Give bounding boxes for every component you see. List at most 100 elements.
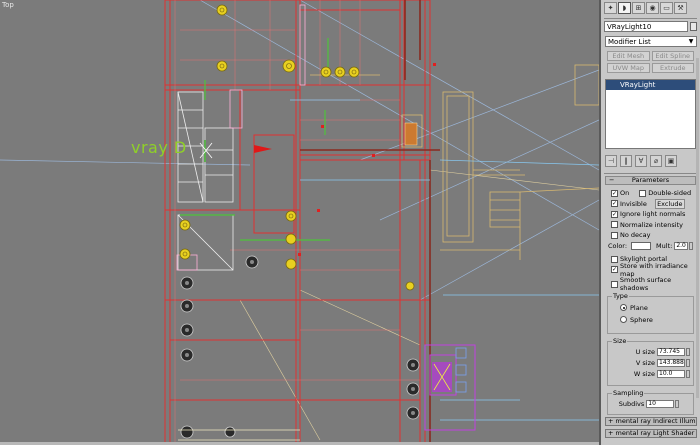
subdivs-spinner[interactable] <box>675 400 680 408</box>
u-size-row: U size 73.745 <box>608 347 693 358</box>
extrude-button[interactable]: Extrude <box>651 63 694 73</box>
indirect-illumination-rollout[interactable]: + mental ray Indirect Illumination <box>605 417 697 426</box>
type-group: Type Plane Sphere <box>607 291 694 334</box>
mult-spinner[interactable] <box>689 241 694 250</box>
color-label: Color: <box>608 241 628 250</box>
hierarchy-tab-icon[interactable]: ⊞ <box>632 2 645 14</box>
mult-field[interactable]: 2.0 <box>674 241 689 250</box>
w-size-field[interactable]: 10.0 <box>657 370 685 378</box>
w-size-spinner[interactable] <box>686 370 690 378</box>
plus-icon: + <box>608 429 614 437</box>
light-shader-label: mental ray Light Shader <box>615 429 695 437</box>
v-size-field[interactable]: 143.888 <box>657 359 685 367</box>
store-irr-checkbox[interactable]: ✓ <box>611 266 618 274</box>
normalize-checkbox[interactable] <box>611 221 618 229</box>
skylight-checkbox[interactable] <box>611 255 618 263</box>
no-decay-row: No decay <box>611 230 700 241</box>
no-decay-checkbox[interactable] <box>611 231 618 239</box>
modifier-buttons: Edit Mesh Edit Spline UVW Map Extrude <box>607 51 694 73</box>
invisible-label: Invisible <box>620 199 647 208</box>
invisible-row: ✓ Invisible Exclude <box>611 198 700 210</box>
divider <box>604 18 697 19</box>
chevron-down-icon: ▼ <box>688 38 694 45</box>
sphere-label: Sphere <box>630 315 653 324</box>
sphere-radio[interactable] <box>620 316 627 323</box>
remove-modifier-icon[interactable]: ⌀ <box>650 155 662 167</box>
sampling-group-title: Sampling <box>612 388 645 397</box>
ignore-normals-row: ✓ Ignore light normals <box>611 209 700 220</box>
command-panel: ✦ ◗ ⊞ ◉ ▭ ⚒ Modifier List ▼ Edit Mesh Ed… <box>599 0 700 445</box>
make-unique-icon[interactable]: ∀ <box>635 155 647 167</box>
smooth-shadows-row: Smooth surface shadows <box>611 276 700 293</box>
object-name-field[interactable] <box>604 21 688 32</box>
normalize-label: Normalize intensity <box>620 220 683 229</box>
configure-sets-icon[interactable]: ▣ <box>665 155 677 167</box>
u-size-field[interactable]: 73.745 <box>657 348 685 356</box>
double-sided-label: Double-sided <box>648 189 692 198</box>
subdivs-field[interactable]: 10 <box>646 400 675 408</box>
u-size-spinner[interactable] <box>686 348 690 356</box>
parameters-rollout-header[interactable]: − Parameters <box>605 176 696 185</box>
w-size-label: W size <box>633 370 655 378</box>
v-size-row: V size 143.888 <box>608 358 693 369</box>
plane-label: Plane <box>630 303 648 312</box>
on-label: On <box>620 189 630 198</box>
store-irr-row: ✓ Store with irradiance map <box>611 262 700 278</box>
on-checkbox[interactable]: ✓ <box>611 189 618 197</box>
size-group-title: Size <box>612 336 628 345</box>
on-row: ✓ On Double-sided <box>611 188 700 199</box>
edit-mesh-button[interactable]: Edit Mesh <box>607 51 650 61</box>
collapse-icon: − <box>609 176 615 184</box>
plus-icon: + <box>608 417 614 425</box>
smooth-shadows-label: Smooth surface shadows <box>619 276 672 293</box>
plane-radio[interactable] <box>620 304 627 311</box>
object-color-swatch[interactable] <box>690 22 697 31</box>
v-size-label: V size <box>635 359 655 367</box>
ignore-normals-checkbox[interactable]: ✓ <box>611 210 618 218</box>
panel-scrollbar[interactable] <box>696 58 699 398</box>
type-group-title: Type <box>612 291 629 300</box>
create-tab-icon[interactable]: ✦ <box>604 2 617 14</box>
parameters-title: Parameters <box>631 176 670 184</box>
show-end-result-icon[interactable]: ‖ <box>620 155 632 167</box>
top-viewport[interactable]: Top vray D <box>0 0 599 445</box>
modifier-stack[interactable]: VRayLight <box>605 79 696 149</box>
divider <box>604 173 697 174</box>
v-size-spinner[interactable] <box>686 359 690 367</box>
pin-stack-icon[interactable]: ⊣ <box>605 155 617 167</box>
floor-plan-drawing <box>0 0 599 445</box>
modifier-list-dropdown[interactable]: Modifier List ▼ <box>605 36 697 47</box>
stack-item-vraylight[interactable]: VRayLight <box>606 80 695 90</box>
normalize-row: Normalize intensity <box>611 220 700 231</box>
ignore-normals-label: Ignore light normals <box>620 210 686 219</box>
light-color-swatch[interactable] <box>631 241 652 250</box>
w-size-row: W size 10.0 <box>608 369 693 380</box>
light-direction-arrow <box>254 145 272 153</box>
color-row: Color: Mult: 2.0 <box>608 241 700 252</box>
indirect-illumination-label: mental ray Indirect Illumination <box>615 417 697 425</box>
mult-label: Mult: <box>656 241 673 250</box>
sphere-option[interactable]: Sphere <box>620 314 693 326</box>
no-decay-label: No decay <box>620 231 651 240</box>
invisible-checkbox[interactable]: ✓ <box>611 200 618 208</box>
object-name-row <box>604 21 697 32</box>
vray-light-label: vray D <box>131 138 187 157</box>
utilities-tab-icon[interactable]: ⚒ <box>674 2 687 14</box>
plane-option[interactable]: Plane <box>620 302 693 314</box>
uvw-map-button[interactable]: UVW Map <box>607 63 650 73</box>
display-tab-icon[interactable]: ▭ <box>660 2 673 14</box>
exclude-button[interactable]: Exclude <box>654 198 685 209</box>
motion-tab-icon[interactable]: ◉ <box>646 2 659 14</box>
edit-spline-button[interactable]: Edit Spline <box>651 51 694 61</box>
subdivs-row: Subdivs 10 <box>608 399 693 410</box>
subdivs-label: Subdivs <box>618 400 645 408</box>
stack-tools: ⊣ ‖ ∀ ⌀ ▣ <box>605 155 696 167</box>
light-shader-rollout[interactable]: + mental ray Light Shader <box>605 429 697 438</box>
u-size-label: U size <box>635 348 655 356</box>
double-sided-checkbox[interactable] <box>639 189 647 197</box>
modify-tab-icon[interactable]: ◗ <box>618 2 631 14</box>
viewport-label[interactable]: Top <box>2 1 14 9</box>
light-object[interactable] <box>404 122 418 146</box>
modifier-list-label: Modifier List <box>608 37 651 46</box>
smooth-shadows-checkbox[interactable] <box>611 280 618 288</box>
